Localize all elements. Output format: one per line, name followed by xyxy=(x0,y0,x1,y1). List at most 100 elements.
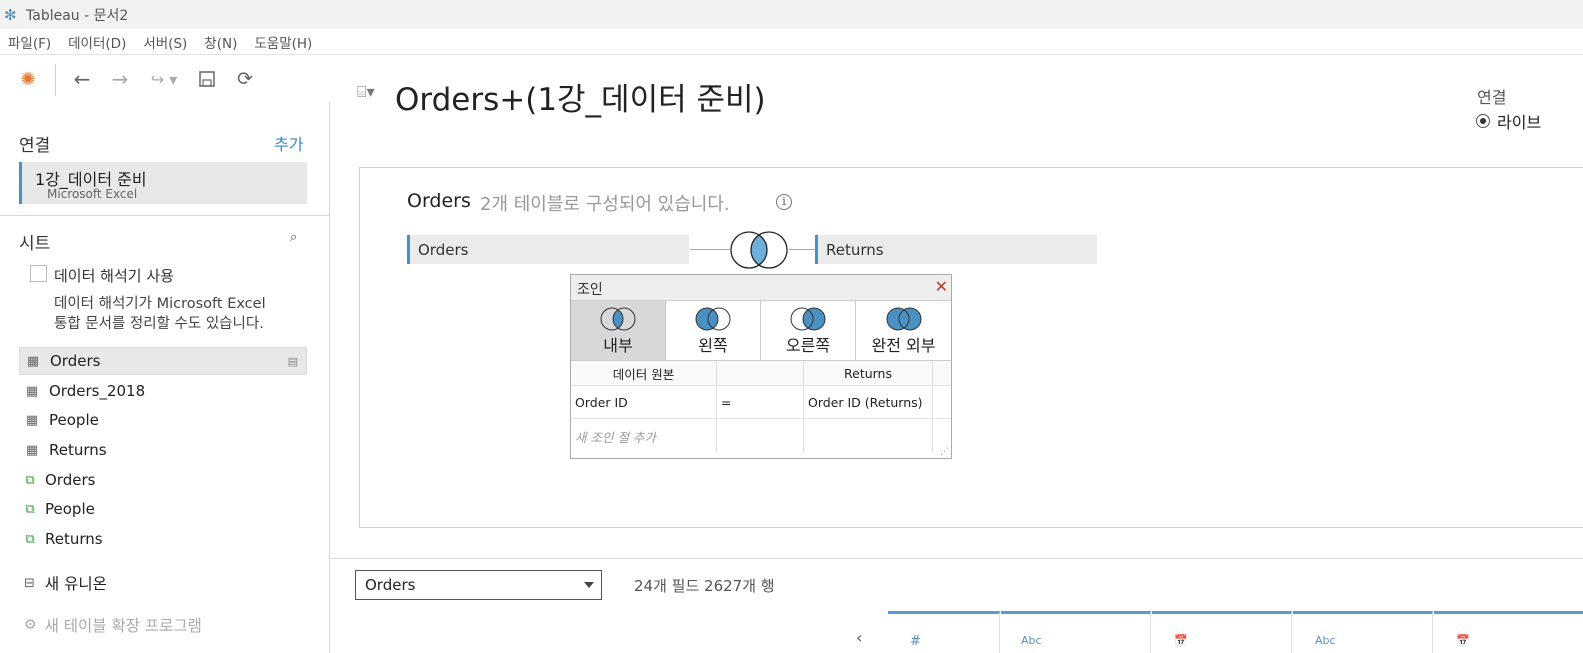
grid-column-header[interactable]: Abc xyxy=(1001,611,1151,653)
sheet-item-orders-2018[interactable]: ▦ Orders_2018 xyxy=(19,377,307,405)
interpreter-checkbox[interactable] xyxy=(30,265,47,282)
new-extension-item[interactable]: ⚙ 새 테이블 확장 프로그램 xyxy=(24,614,202,636)
search-icon[interactable]: ⌕ xyxy=(290,230,297,245)
string-type-icon: Abc xyxy=(1021,634,1042,647)
close-icon[interactable]: ✕ xyxy=(935,277,948,296)
connection-item[interactable]: 1강_데이터 준비 Microsoft Excel xyxy=(19,162,307,204)
sheets-title: 시트 xyxy=(19,234,51,254)
save-icon[interactable] xyxy=(194,56,220,102)
join-type-inner[interactable]: 내부 xyxy=(571,301,666,361)
menu-bar: 파일(F) 데이터(D) 서버(S) 창(N) 도움말(H) xyxy=(0,29,1583,55)
right-table-pill[interactable]: Returns xyxy=(815,235,1097,264)
sheet-label: Orders_2018 xyxy=(49,382,146,400)
sheet-item-returns[interactable]: ▦ Returns xyxy=(19,436,307,464)
chevron-left-icon[interactable]: ‹ xyxy=(856,628,862,647)
live-radio[interactable]: 라이브 xyxy=(1476,109,1541,133)
union-icon: ⊟ xyxy=(24,575,35,591)
inner-venn-icon xyxy=(600,307,636,331)
join-dialog-header: 조인 ✕ xyxy=(571,275,951,301)
new-union-label: 새 유니온 xyxy=(44,575,107,593)
sheet-label: Returns xyxy=(45,530,103,548)
logical-table-name: Orders xyxy=(407,190,471,212)
sidebar: 연결 추가 1강_데이터 준비 Microsoft Excel 시트 ⌕ 데이터… xyxy=(0,102,330,653)
tableau-home-icon[interactable]: ✺ xyxy=(14,56,42,102)
named-range-icon: ⧉ xyxy=(25,531,35,547)
toolbar-divider xyxy=(55,64,56,96)
divider xyxy=(0,215,330,216)
join-type-left[interactable]: 왼쪽 xyxy=(666,301,761,361)
left-venn-icon xyxy=(695,307,731,331)
empty-cell xyxy=(804,419,933,453)
datasource-title[interactable]: Orders+(1강_데이터 준비) xyxy=(395,74,766,119)
tableau-logo-icon: ✻ xyxy=(4,5,17,24)
menu-server[interactable]: 서버(S) xyxy=(143,32,187,52)
sheet-label: Orders xyxy=(45,471,96,489)
back-arrow-icon[interactable]: ← xyxy=(68,56,96,102)
join-dialog: 조인 ✕ 내부 왼쪽 오른쪽 완전 외부 데이터 원본 Returns Orde… xyxy=(570,274,952,459)
sheet-item-people[interactable]: ▦ People xyxy=(19,406,307,434)
scroll-header xyxy=(933,361,951,385)
sheet-item-orders[interactable]: ▦ Orders ▤ xyxy=(19,347,307,375)
right-source-header: Returns xyxy=(804,361,933,385)
new-union-item[interactable]: ⊟ 새 유니온 xyxy=(24,572,107,594)
table-icon: ▦ xyxy=(25,383,39,399)
inner-join-icon[interactable] xyxy=(727,230,791,274)
grid-column-header[interactable]: 📅 xyxy=(1152,611,1292,653)
left-table-pill[interactable]: Orders xyxy=(407,235,689,264)
number-type-icon: # xyxy=(910,634,921,649)
grid-column-header[interactable]: # xyxy=(888,611,1000,653)
forward-arrow-icon[interactable]: → xyxy=(106,56,134,102)
named-range-icon: ⧉ xyxy=(25,501,35,517)
resize-grip-icon[interactable]: ⋰ xyxy=(940,447,949,457)
table-select-value: Orders xyxy=(365,576,416,594)
join-canvas[interactable] xyxy=(359,167,1583,528)
view-data-icon[interactable]: ▤ xyxy=(288,355,298,368)
join-type-label: 내부 xyxy=(603,336,633,355)
window-title: Tableau - 문서2 xyxy=(26,7,129,24)
table-select[interactable]: Orders xyxy=(355,570,602,600)
table-icon: ▦ xyxy=(25,442,39,458)
radio-selected-icon xyxy=(1476,114,1490,128)
interpreter-hint-line1: 데이터 해석기가 Microsoft Excel xyxy=(54,296,266,312)
interpreter-hint: 데이터 해석기가 Microsoft Excel 통합 문서를 정리할 수도 있… xyxy=(54,294,266,334)
menu-window[interactable]: 창(N) xyxy=(204,32,237,52)
info-icon[interactable]: i xyxy=(776,194,792,210)
datasource-icon[interactable]: ⌸▾ xyxy=(357,82,375,102)
left-field[interactable]: Order ID xyxy=(571,386,717,418)
grid-column-header[interactable]: 📅 xyxy=(1434,611,1583,653)
extension-icon: ⚙ xyxy=(24,617,37,633)
redo-dropdown-icon[interactable]: ↪ ▾ xyxy=(144,56,184,102)
title-bar: ✻ Tableau - 문서2 xyxy=(0,0,1583,29)
table-icon: ▦ xyxy=(26,353,40,369)
join-type-label: 왼쪽 xyxy=(698,336,728,355)
connections-title: 연결 xyxy=(19,136,51,156)
join-operator[interactable]: = xyxy=(717,386,804,418)
menu-help[interactable]: 도움말(H) xyxy=(254,32,312,52)
row-filler xyxy=(933,386,951,418)
join-type-right[interactable]: 오른쪽 xyxy=(761,301,856,361)
menu-file[interactable]: 파일(F) xyxy=(8,32,51,52)
string-type-icon: Abc xyxy=(1315,634,1336,647)
sheet-label: Returns xyxy=(49,441,107,459)
table-icon: ▦ xyxy=(25,412,39,428)
named-range-icon: ⧉ xyxy=(25,472,35,488)
named-range-people[interactable]: ⧉ People xyxy=(19,495,307,523)
add-join-clause[interactable]: 새 조인 절 추가 xyxy=(571,419,717,453)
sheet-label: People xyxy=(49,411,99,429)
menu-data[interactable]: 데이터(D) xyxy=(68,32,126,52)
chevron-down-icon xyxy=(584,582,594,588)
join-clause-row[interactable]: Order ID = Order ID (Returns) xyxy=(571,386,951,419)
grid-column-header[interactable]: Abc xyxy=(1293,611,1433,653)
date-type-icon: 📅 xyxy=(1456,634,1470,647)
join-connector-left xyxy=(690,249,730,250)
named-range-returns[interactable]: ⧉ Returns xyxy=(19,525,307,553)
join-dialog-title: 조인 xyxy=(577,282,603,298)
join-type-label: 완전 외부 xyxy=(871,336,936,355)
named-range-orders[interactable]: ⧉ Orders xyxy=(19,466,307,494)
add-clause-row[interactable]: 새 조인 절 추가 xyxy=(571,419,951,453)
logical-table-subtitle: 2개 테이블로 구성되어 있습니다. xyxy=(480,194,730,215)
add-connection-link[interactable]: 추가 xyxy=(274,131,303,155)
refresh-icon[interactable]: ⟳ xyxy=(232,56,258,102)
right-field[interactable]: Order ID (Returns) xyxy=(804,386,933,418)
join-type-full-outer[interactable]: 완전 외부 xyxy=(856,301,951,361)
